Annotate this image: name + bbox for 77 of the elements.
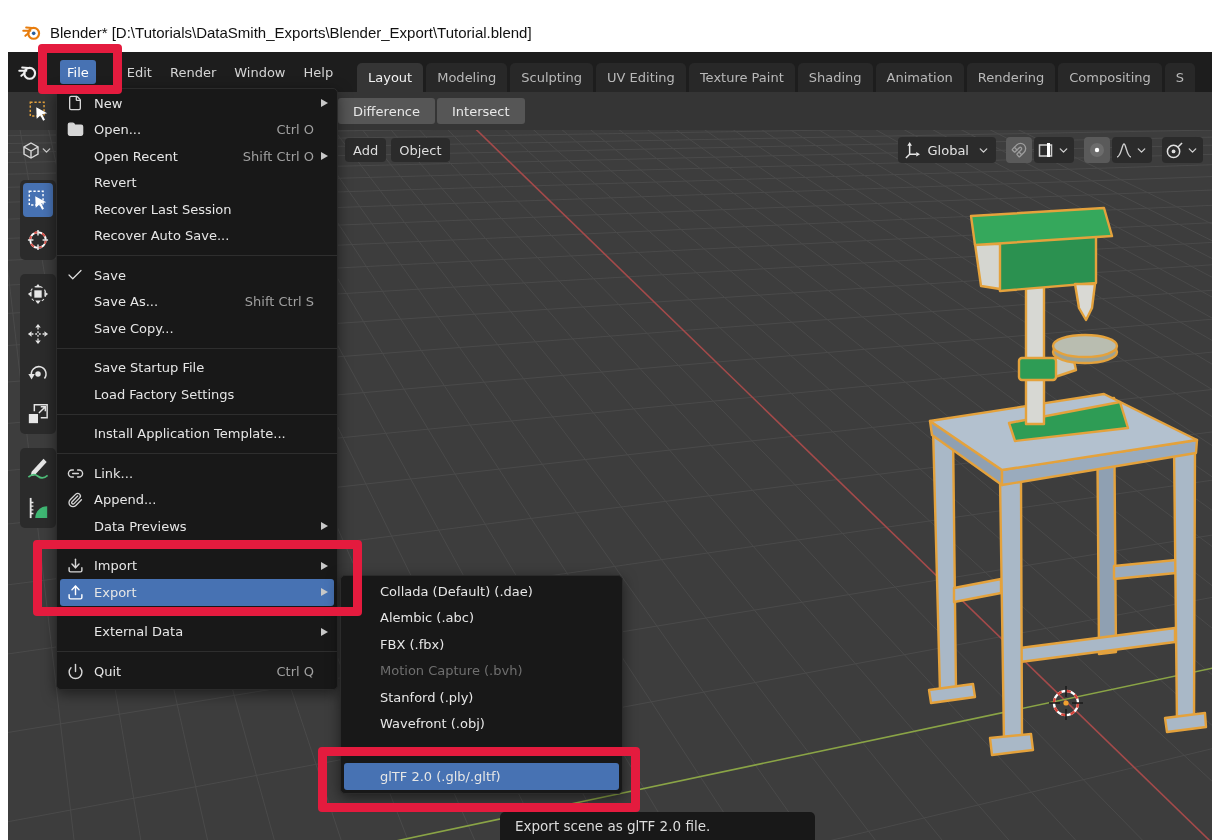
menu-item[interactable]: Load Factory Settings	[60, 381, 334, 408]
pivot-dropdown[interactable]	[1162, 137, 1203, 163]
crosshair-icon	[1048, 685, 1084, 721]
boolean-mode-button[interactable]: Difference	[338, 98, 436, 124]
download-icon	[66, 557, 84, 575]
menu-item[interactable]: Append...	[60, 486, 334, 513]
workspace-tab[interactable]: Compositing	[1058, 63, 1162, 92]
curve-icon	[1116, 142, 1132, 158]
menu-item[interactable]: Wavefront (.obj)	[344, 710, 619, 737]
snap-target-dropdown[interactable]	[1034, 137, 1074, 163]
tool-button[interactable]	[23, 183, 53, 217]
pencil-icon	[27, 457, 49, 479]
menu-bar-item[interactable]: File	[60, 60, 96, 84]
workspace-tab[interactable]: S	[1164, 63, 1195, 92]
workspace-tab[interactable]: Layout	[357, 63, 424, 92]
menu-item[interactable]: New	[60, 90, 334, 117]
shortcut-label: Ctrl Q	[276, 663, 314, 679]
menu-item[interactable]: Install Application Template...	[60, 420, 334, 447]
frame-icon	[1038, 142, 1054, 158]
cube-icon	[23, 141, 39, 159]
workspace-tab[interactable]: Rendering	[966, 63, 1056, 92]
menu-item[interactable]: Save	[60, 262, 334, 289]
shortcut-label: Shift Ctrl O	[242, 148, 314, 164]
workspace-tab[interactable]: Texture Paint	[688, 63, 795, 92]
menu-item[interactable]: Revert	[60, 169, 334, 196]
scale-icon	[27, 403, 49, 425]
menu-item[interactable]: Link...	[60, 460, 334, 487]
proportional-toggle[interactable]	[1084, 137, 1110, 163]
magnet-icon	[1011, 142, 1027, 158]
snap-toggle[interactable]	[1006, 137, 1032, 163]
menu-item[interactable]: Open Recent Shift Ctrl O	[60, 143, 334, 170]
menu-item[interactable]: External Data	[60, 618, 334, 645]
boolean-mode-button[interactable]: Intersect	[437, 98, 525, 124]
dot-icon	[1089, 142, 1105, 158]
menu-item[interactable]: Save As... Shift Ctrl S	[60, 288, 334, 315]
menu-item[interactable]: Stanford (.ply)	[344, 684, 619, 711]
ruler-icon	[27, 497, 49, 519]
transform-icon	[27, 283, 49, 305]
workspace-tab[interactable]: Sculpting	[510, 63, 594, 92]
workspace-tab[interactable]: Animation	[875, 63, 964, 92]
header-menu[interactable]: Object	[391, 138, 450, 162]
falloff-dropdown[interactable]	[1112, 137, 1152, 163]
menu-item[interactable]: Import	[60, 552, 334, 579]
upload-icon	[66, 583, 84, 601]
orientation-dropdown[interactable]: Global	[897, 137, 996, 163]
folder-icon	[66, 121, 84, 139]
menu-item[interactable]: Open... Ctrl O	[60, 116, 334, 143]
menu-bar-item[interactable]: Window	[227, 60, 293, 84]
workspace-tab[interactable]: UV Editing	[596, 63, 686, 92]
move-icon	[27, 323, 49, 345]
menu-bar-item[interactable]: Edit	[119, 60, 159, 84]
menu-bar-item[interactable]: Help	[296, 60, 341, 84]
menu-item[interactable]: Save Startup File	[60, 354, 334, 381]
menu-bar-item[interactable]: Render	[162, 60, 224, 84]
menu-item[interactable]: Collada (Default) (.dae)	[344, 578, 619, 605]
menu-item[interactable]: Recover Auto Save...	[60, 222, 334, 249]
menu-item[interactable]: Recover Last Session	[60, 196, 334, 223]
menu-item[interactable]: Data Previews	[60, 513, 334, 540]
menu-item[interactable]: Save Copy...	[60, 315, 334, 342]
workspace-tab[interactable]: Modeling	[426, 63, 508, 92]
menu-item[interactable]: glTF 2.0 (.glb/.gltf)	[344, 763, 619, 790]
axes-icon	[903, 141, 920, 159]
target-icon	[1166, 141, 1183, 159]
window-title: Blender* [D:\Tutorials\DataSmith_Exports\Blender_Export\Tutorial.blend]	[50, 23, 532, 41]
power-icon	[66, 662, 84, 680]
menu-item[interactable]: Quit Ctrl Q	[60, 658, 334, 685]
shortcut-label: Ctrl O	[276, 122, 314, 138]
menu-item[interactable]: FBX (.fbx)	[344, 631, 619, 658]
tooltip: Export scene as glTF 2.0 file.	[500, 812, 815, 840]
shortcut-label: Shift Ctrl S	[244, 294, 314, 310]
paperclip-icon	[67, 491, 83, 508]
menu-item[interactable]: Alembic (.abc)	[344, 604, 619, 631]
workspace-tab[interactable]: Shading	[797, 63, 873, 92]
crosshair-icon	[27, 229, 49, 251]
menu-item[interactable]: Export	[60, 579, 334, 606]
document-icon	[67, 95, 83, 112]
header-menu[interactable]: Add	[345, 138, 387, 162]
